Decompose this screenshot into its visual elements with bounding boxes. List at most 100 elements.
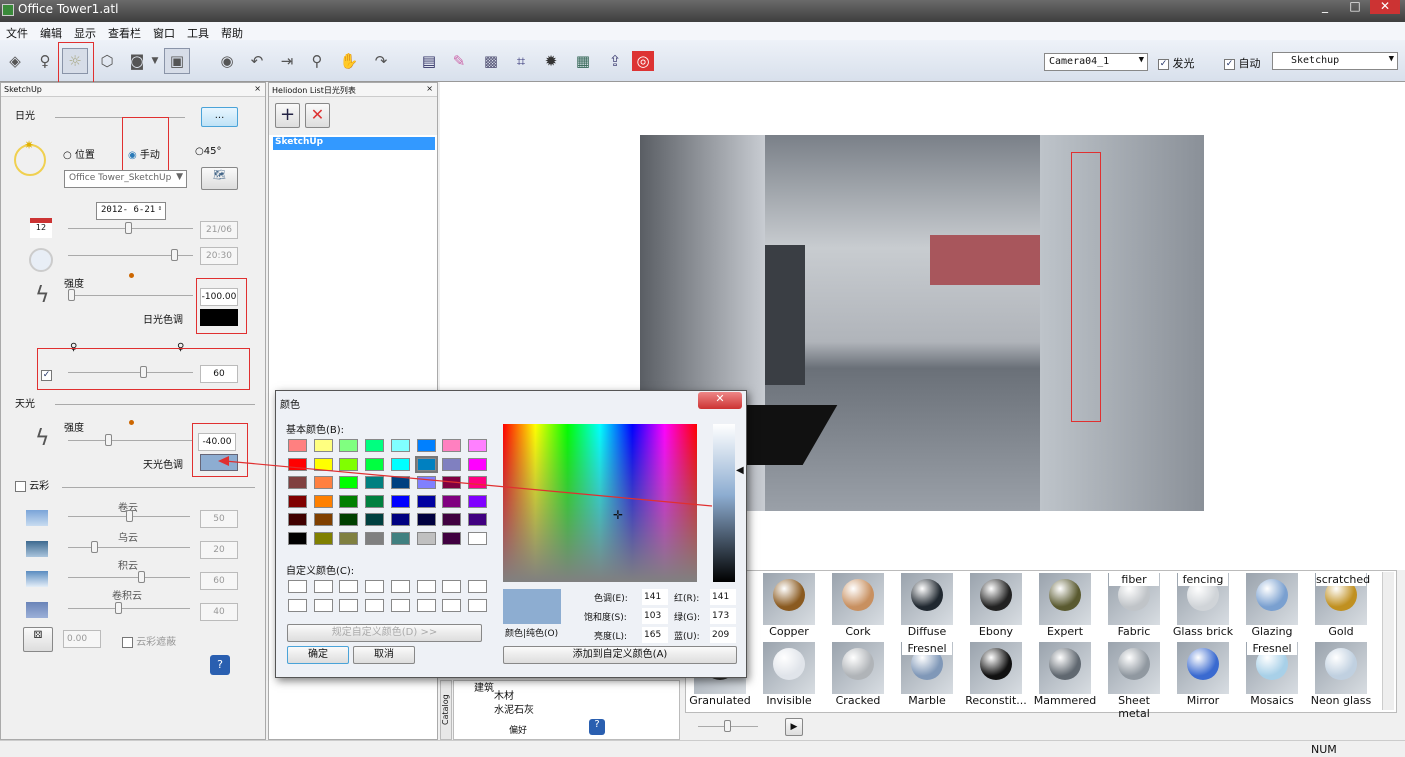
tree-item[interactable]: 水泥石灰 (494, 701, 534, 716)
custom-color-swatch[interactable] (416, 598, 436, 612)
color-spectrum[interactable]: ✛ (503, 424, 697, 582)
add-icon[interactable]: + (275, 103, 300, 128)
menu-window[interactable]: 窗口 (153, 25, 175, 40)
add-custom-color-button[interactable]: 添加到自定义颜色(A) (503, 646, 737, 664)
undo-icon[interactable]: ↶ (244, 48, 270, 74)
basic-color-swatch[interactable] (339, 439, 359, 452)
menu-edit[interactable]: 编辑 (40, 25, 62, 40)
basic-color-swatch[interactable] (467, 476, 487, 489)
shadow-value[interactable]: 60 (200, 365, 238, 383)
basic-color-swatch[interactable] (339, 513, 359, 526)
define-custom-button[interactable]: 规定自定义颜色(D) >> (287, 624, 482, 642)
camera-icon[interactable]: ◙ (124, 48, 150, 74)
basic-color-swatch[interactable] (390, 494, 410, 508)
custom-color-swatch[interactable] (390, 598, 410, 612)
basic-color-swatch[interactable] (467, 513, 487, 526)
material-item[interactable]: Copper (756, 573, 822, 638)
radio-manual[interactable]: ◉ 手动 (128, 146, 160, 161)
custom-color-swatch[interactable] (467, 598, 487, 612)
material-item[interactable]: scratched Gold (1308, 573, 1374, 638)
cloud-offset-input[interactable]: 0.00 (63, 630, 101, 648)
material-item[interactable]: Mammered (1032, 642, 1098, 707)
object-icon[interactable]: ⬡ (94, 48, 120, 74)
menu-display[interactable]: 显示 (74, 25, 96, 40)
basic-color-swatch[interactable] (467, 531, 487, 545)
delete-icon[interactable]: ✕ (305, 103, 330, 128)
custom-color-swatch[interactable] (365, 580, 385, 593)
saturation-input[interactable]: 103 (642, 608, 668, 624)
cirrus-slider[interactable] (68, 510, 190, 522)
materials-scrollbar[interactable] (1382, 572, 1394, 710)
more-button[interactable]: ... (201, 107, 238, 127)
favorites-label[interactable]: 偏好 (509, 723, 527, 736)
cirrocumulus-slider[interactable] (68, 602, 190, 614)
custom-color-swatch[interactable] (416, 580, 436, 593)
menu-tools[interactable]: 工具 (187, 25, 209, 40)
minimize-button[interactable]: _ (1310, 0, 1340, 14)
red-input[interactable]: 141 (710, 589, 736, 605)
basic-color-swatch[interactable] (288, 494, 307, 508)
material-item[interactable]: Reconstit... (963, 642, 1029, 707)
sun-intensity-input[interactable]: -100.00 (200, 288, 238, 306)
panel-close-icon[interactable]: × (426, 84, 433, 93)
custom-color-swatch[interactable] (313, 580, 333, 593)
material-item[interactable]: Invisible (756, 642, 822, 707)
menu-file[interactable]: 文件 (6, 25, 28, 40)
basic-color-swatch[interactable] (365, 513, 385, 526)
location-select[interactable]: Office Tower_SketchUp ▼ (64, 170, 187, 188)
custom-color-swatch[interactable] (313, 598, 333, 612)
palette-icon[interactable]: ✎ (446, 48, 472, 74)
luminance-input[interactable]: 165 (642, 627, 668, 643)
maximize-button[interactable]: □ (1340, 0, 1370, 14)
basic-color-swatch[interactable] (390, 439, 410, 452)
material-item[interactable]: Ebony (963, 573, 1029, 638)
custom-color-swatch[interactable] (442, 598, 462, 612)
basic-color-swatch[interactable] (365, 439, 385, 452)
basic-color-swatch[interactable] (288, 476, 307, 489)
hand-icon[interactable]: ✋ (336, 48, 362, 74)
close-button[interactable]: ✕ (1370, 0, 1400, 14)
basic-color-swatch[interactable] (288, 531, 307, 545)
basic-color-swatch[interactable] (416, 439, 436, 452)
tree-item[interactable]: 木材 (494, 687, 514, 702)
auto-checkbox[interactable]: ✓ 自动 (1224, 55, 1261, 71)
material-item[interactable]: Fresnel Mosaics (1239, 642, 1305, 707)
camera-select[interactable]: Camera04_1 ▼ (1044, 53, 1148, 71)
sun-icon[interactable]: ☼ (62, 48, 88, 74)
basic-color-swatch[interactable] (442, 494, 462, 508)
basic-color-swatch[interactable] (390, 476, 410, 489)
sun-color-swatch[interactable] (200, 309, 238, 326)
green-input[interactable]: 173 (710, 608, 736, 624)
basic-color-swatch[interactable] (442, 513, 462, 526)
basic-color-swatch[interactable] (416, 531, 436, 545)
light-bulb-icon[interactable]: ♀ (32, 48, 58, 74)
basic-color-swatch[interactable] (467, 439, 487, 452)
sky-intensity-slider[interactable] (68, 434, 193, 446)
material-item[interactable]: Diffuse (894, 573, 960, 638)
help-icon[interactable]: ? (589, 719, 605, 735)
window-icon[interactable]: ▤ (416, 48, 442, 74)
glow-check-icon[interactable]: ✓ (1158, 58, 1169, 70)
basic-color-swatch[interactable] (313, 457, 333, 471)
basic-color-swatch[interactable] (313, 476, 333, 489)
basic-color-swatch[interactable] (339, 457, 359, 471)
pan-icon[interactable]: ⇥ (274, 48, 300, 74)
basic-color-swatch[interactable] (288, 457, 307, 471)
date-spinner[interactable]: 2012- 6-21 ⇕ (96, 202, 166, 220)
material-item[interactable]: Neon glass (1308, 642, 1374, 707)
clouds-checkbox[interactable]: 云彩 (15, 477, 49, 492)
radio-position[interactable]: ○ 位置 (63, 146, 95, 161)
material-item[interactable]: fencing Glass brick (1170, 573, 1236, 638)
basic-color-swatch[interactable] (313, 531, 333, 545)
custom-color-swatch[interactable] (288, 580, 307, 593)
play-icon[interactable]: ▶ (785, 718, 803, 736)
basic-color-swatch[interactable] (365, 457, 385, 471)
random-seed-button[interactable]: ⚄ (23, 627, 53, 652)
menu-view[interactable]: 查看栏 (108, 25, 141, 40)
basic-color-swatch[interactable] (390, 513, 410, 526)
basic-color-swatch[interactable] (313, 494, 333, 508)
help-icon[interactable]: ? (210, 655, 230, 675)
custom-color-swatch[interactable] (365, 598, 385, 612)
basic-color-swatch[interactable] (442, 439, 462, 452)
tree-item[interactable]: 建筑 (474, 679, 494, 694)
